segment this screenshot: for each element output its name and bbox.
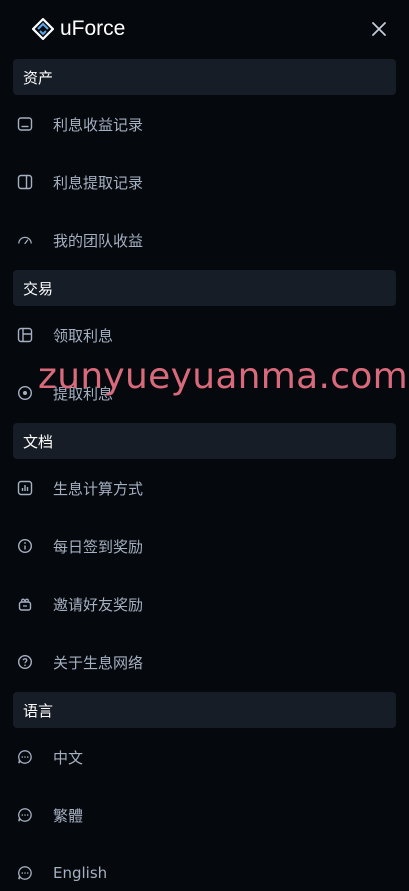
section-docs: 文档 bbox=[13, 423, 396, 459]
close-icon bbox=[372, 22, 386, 36]
diamond-logo-icon bbox=[32, 18, 54, 40]
info-icon bbox=[17, 538, 33, 554]
menu-item-label: 中文 bbox=[53, 748, 84, 767]
brand-name: uForce bbox=[60, 17, 126, 40]
menu-header: uForce bbox=[0, 0, 409, 58]
section-language: 语言 bbox=[13, 692, 396, 728]
menu-item-label: 领取利息 bbox=[53, 326, 114, 345]
menu-item-label: 繁體 bbox=[53, 806, 84, 825]
chat-icon bbox=[17, 807, 33, 823]
close-button[interactable] bbox=[367, 17, 391, 41]
brand-logo[interactable]: uForce bbox=[32, 17, 125, 41]
menu-item-label: 每日签到奖励 bbox=[53, 537, 144, 556]
menu-item-label: 邀请好友奖励 bbox=[53, 595, 144, 614]
chat-icon bbox=[17, 749, 33, 765]
layout-icon bbox=[17, 327, 33, 343]
help-icon bbox=[17, 654, 33, 670]
chat-icon bbox=[17, 865, 33, 881]
menu-item-invite-friends-reward[interactable]: 邀请好友奖励 bbox=[0, 575, 409, 633]
menu-item-label: 关于生息网络 bbox=[53, 653, 144, 672]
menu-item-label: 利息收益记录 bbox=[53, 115, 144, 134]
section-title: 资产 bbox=[23, 68, 54, 87]
menu-item-withdraw-interest[interactable]: 提取利息 bbox=[0, 364, 409, 422]
sidebar-panel-icon bbox=[17, 174, 33, 190]
menu-item-about-network[interactable]: 关于生息网络 bbox=[0, 633, 409, 691]
bar-chart-icon bbox=[17, 480, 33, 496]
section-assets: 资产 bbox=[13, 59, 396, 95]
menu-item-interest-withdrawal-records[interactable]: 利息提取记录 bbox=[0, 153, 409, 211]
section-title: 语言 bbox=[23, 701, 54, 720]
menu-item-label: 我的团队收益 bbox=[53, 231, 144, 250]
wallet-icon bbox=[17, 116, 33, 132]
menu-item-label: 提取利息 bbox=[53, 384, 114, 403]
menu-item-lang-zh-cn[interactable]: 中文 bbox=[0, 728, 409, 786]
menu-item-label: 利息提取记录 bbox=[53, 173, 144, 192]
menu-item-claim-interest[interactable]: 领取利息 bbox=[0, 306, 409, 364]
section-title: 交易 bbox=[23, 279, 54, 298]
menu-item-lang-en[interactable]: English bbox=[0, 844, 409, 891]
target-icon bbox=[17, 385, 33, 401]
section-trade: 交易 bbox=[13, 270, 396, 306]
gauge-icon bbox=[17, 232, 33, 248]
section-title: 文档 bbox=[23, 432, 54, 451]
menu-item-interest-calculation[interactable]: 生息计算方式 bbox=[0, 459, 409, 517]
menu-item-label: English bbox=[53, 864, 108, 882]
gift-icon bbox=[17, 596, 33, 612]
menu-item-label: 生息计算方式 bbox=[53, 479, 144, 498]
menu-item-team-earnings[interactable]: 我的团队收益 bbox=[0, 211, 409, 269]
menu-item-daily-checkin-reward[interactable]: 每日签到奖励 bbox=[0, 517, 409, 575]
menu-item-lang-zh-tw[interactable]: 繁體 bbox=[0, 786, 409, 844]
menu-item-interest-income-records[interactable]: 利息收益记录 bbox=[0, 95, 409, 153]
